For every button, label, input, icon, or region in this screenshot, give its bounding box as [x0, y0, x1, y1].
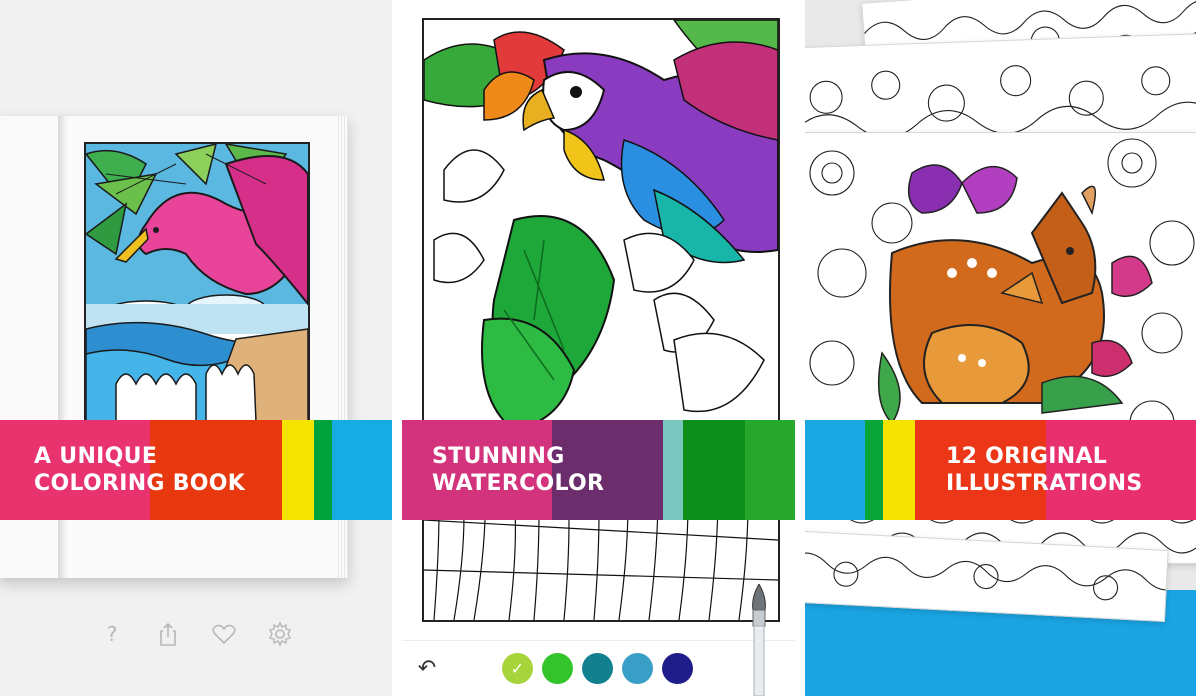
stripe-yellow: [883, 420, 915, 520]
swatch-navy[interactable]: [662, 653, 693, 684]
swatch-lime-selected[interactable]: ✓: [502, 653, 533, 684]
banner-line-1: 12 ORIGINAL: [946, 444, 1108, 469]
stripe-green: [745, 420, 795, 520]
banner-text: STUNNING WATERCOLOR: [432, 420, 604, 520]
stripe-blue: [332, 420, 392, 520]
selected-check-icon: ✓: [510, 659, 525, 678]
banner-text: 12 ORIGINAL ILLUSTRATIONS: [946, 420, 1142, 520]
banner-line-1: A UNIQUE: [34, 444, 158, 469]
favorite-icon[interactable]: [210, 620, 238, 648]
banner-line-2: WATERCOLOR: [432, 471, 605, 496]
undo-glyph: ↶: [417, 655, 437, 681]
action-bar: ?: [98, 620, 294, 648]
swatch-teal[interactable]: [582, 653, 613, 684]
paintbrush-icon: [752, 584, 766, 696]
banner-line-2: ILLUSTRATIONS: [946, 471, 1143, 496]
banner-line-2: COLORING BOOK: [34, 471, 246, 496]
color-swatches: ✓: [502, 653, 693, 684]
stripe-aqua: [663, 420, 683, 520]
stripe-green: [314, 420, 332, 520]
feature-banner-3: 12 ORIGINAL ILLUSTRATIONS: [805, 420, 1196, 520]
feature-banner-1: A UNIQUE COLORING BOOK: [0, 420, 392, 520]
banner-line-1: STUNNING: [432, 444, 565, 469]
illustrations-screen: 12 ORIGINAL ILLUSTRATIONS: [805, 0, 1196, 696]
feature-banner-2: STUNNING WATERCOLOR: [402, 420, 795, 520]
parrot-illustration-canvas[interactable]: [422, 18, 780, 622]
stripe-dark-green: [683, 420, 745, 520]
swatch-sky-blue[interactable]: [622, 653, 653, 684]
help-glyph: ?: [106, 622, 118, 646]
share-icon[interactable]: [154, 620, 182, 648]
watercolor-screen: ↶ ✓ STUNNING WATERCOLOR: [402, 0, 795, 696]
stripe-yellow: [282, 420, 314, 520]
undo-icon[interactable]: ↶: [412, 653, 442, 683]
stripe-green: [865, 420, 883, 520]
stripe-blue: [805, 420, 865, 520]
swatch-green[interactable]: [542, 653, 573, 684]
color-toolbar: ↶ ✓: [402, 640, 795, 696]
coloring-book-screen: ? A UNIQUE COLORING BOOK: [0, 0, 392, 696]
settings-icon[interactable]: [266, 620, 294, 648]
banner-text: A UNIQUE COLORING BOOK: [34, 420, 245, 520]
flamingo-illustration[interactable]: [84, 142, 310, 424]
help-icon[interactable]: ?: [98, 620, 126, 648]
